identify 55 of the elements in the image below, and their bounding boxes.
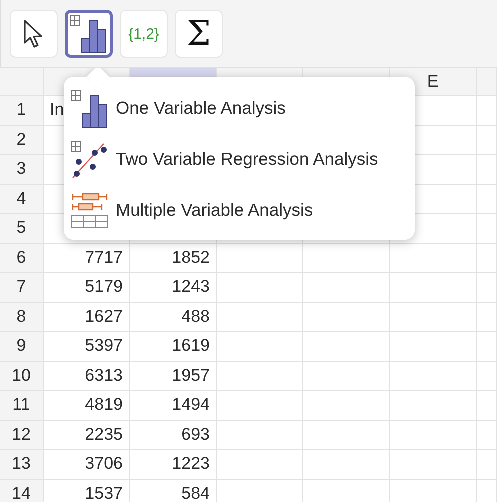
row-number: 8: [0, 302, 44, 332]
table-cell: 4819: [44, 391, 130, 420]
table-cell: 1494: [130, 391, 217, 420]
table-cell: [477, 420, 497, 450]
table-cell: [477, 96, 497, 126]
row-number: 14: [0, 480, 44, 502]
table-cell: 7717: [44, 244, 130, 273]
row-number: 4: [0, 184, 44, 214]
table-cell: [477, 155, 497, 184]
table-cell: 1852: [130, 244, 217, 273]
row-number: 9: [0, 332, 44, 362]
row-number: 1: [0, 96, 44, 126]
table-cell: 584: [130, 480, 217, 502]
table-cell: [477, 450, 497, 480]
tool-button[interactable]: Σ: [175, 10, 223, 58]
table-cell: 6313: [44, 362, 130, 391]
pointer-icon: [23, 19, 45, 49]
row-number: 11: [0, 391, 44, 420]
table-cell: [477, 126, 497, 155]
table-cell: 1223: [130, 450, 217, 480]
scatter-plot-icon: [70, 140, 110, 180]
table-cell: 1243: [130, 273, 217, 302]
table-cell: [477, 362, 497, 391]
row-number: 10: [0, 362, 44, 391]
menu-item[interactable]: Multiple Variable Analysis: [70, 185, 415, 236]
histogram-icon: [69, 14, 109, 54]
tool-button[interactable]: {1,2}: [120, 10, 168, 58]
table-cell: [477, 214, 497, 244]
table-cell: [477, 244, 497, 273]
row-number: 12: [0, 420, 44, 450]
histogram-icon: [70, 88, 110, 128]
table-cell: 488: [130, 302, 217, 332]
table-cell: [477, 184, 497, 214]
table-cell: [477, 332, 497, 362]
row-number: 13: [0, 450, 44, 480]
box-plot-table-icon: [70, 190, 110, 230]
table-cell: 2235: [44, 420, 130, 450]
row-number: 6: [0, 244, 44, 273]
table-cell: 1957: [130, 362, 217, 391]
table-cell: [477, 391, 497, 420]
row-number: 2: [0, 126, 44, 155]
row-number: 3: [0, 155, 44, 184]
tool-button[interactable]: [65, 10, 113, 58]
table-cell: 5397: [44, 332, 130, 362]
table-cell: 5179: [44, 273, 130, 302]
table-cell: 1619: [130, 332, 217, 362]
row-number: 5: [0, 214, 44, 244]
table-cell: 3706: [44, 450, 130, 480]
table-cell: 693: [130, 420, 217, 450]
table-cell: 1537: [44, 480, 130, 502]
menu-item[interactable]: Two Variable Regression Analysis: [70, 134, 415, 185]
row-number: 7: [0, 273, 44, 302]
table-cell: 1627: [44, 302, 130, 332]
table-cell: [477, 302, 497, 332]
table-cell: [477, 273, 497, 302]
